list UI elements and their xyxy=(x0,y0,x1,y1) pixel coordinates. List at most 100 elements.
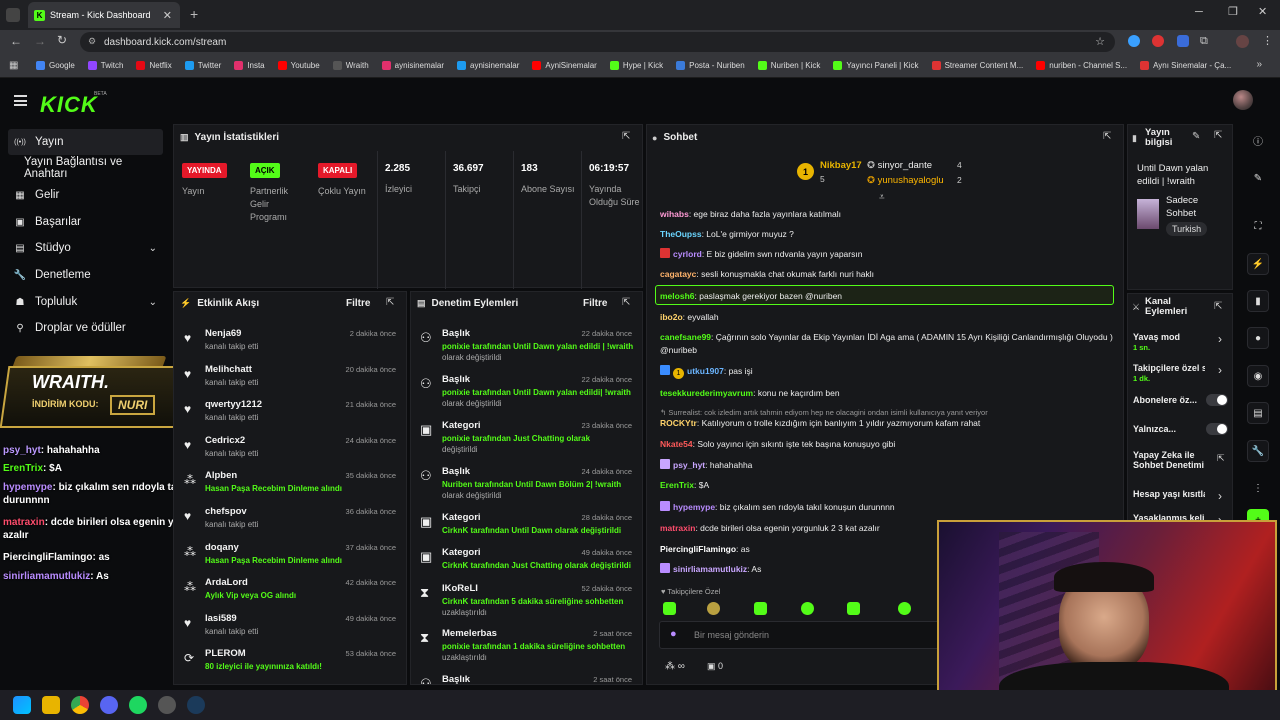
edit-pencil-icon[interactable]: ✎ xyxy=(1192,131,1200,142)
new-tab-icon[interactable]: + xyxy=(190,6,198,22)
discord-icon[interactable] xyxy=(100,696,118,714)
chat-username[interactable]: ErenTrix xyxy=(660,480,694,490)
moderation-item[interactable]: ▣ Kategori 23 dakika önce ponixie tarafında… xyxy=(411,418,642,462)
info-icon[interactable]: ⓘ xyxy=(1247,129,1269,151)
bookmark-item[interactable]: Streamer Content M... xyxy=(931,61,1023,70)
lightning-icon[interactable]: ⚡ xyxy=(1247,253,1269,275)
chat-username[interactable]: psy_hyt xyxy=(673,460,705,470)
popout-icon[interactable]: ⇱ xyxy=(1214,301,1222,312)
ticket-icon[interactable]: ▤ xyxy=(1247,402,1269,424)
chat-message[interactable]: tesekkurederimyavrum: konu ne kaçırdım b… xyxy=(660,387,1115,400)
activity-item[interactable]: ⟳ PLEROM 80 izleyici ile yayınınıza katıld… xyxy=(174,646,406,680)
sidebar-item-6[interactable]: 🔧 Denetleme xyxy=(8,262,163,288)
spotify-icon[interactable] xyxy=(129,696,147,714)
sidebar-item-3[interactable]: ▦ Gelir xyxy=(8,182,163,208)
sidebar-item-8[interactable]: ⚲ Droplar ve ödüller xyxy=(8,315,163,341)
moderation-item[interactable]: ⚇ Başlık 24 dakika önce Nuriben tarafından … xyxy=(411,464,642,508)
bookmark-item[interactable]: aynisinemalar xyxy=(381,61,444,70)
chat-message[interactable]: cyrlord: E biz gidelim swn rıdvanla yayı… xyxy=(660,248,1115,261)
chat-username[interactable]: Nkate54 xyxy=(660,439,693,449)
channel-action-item[interactable]: Yavaş mod 1 sn. › xyxy=(1128,330,1232,356)
sidebar-item-7[interactable]: ☗ Topluluk ⌄ xyxy=(8,289,163,315)
sidebar-item-1[interactable]: ((•)) Yayın xyxy=(8,129,163,155)
extension-icon[interactable] xyxy=(1177,35,1189,47)
channel-action-item[interactable]: Takipçilere özel s1 dk. › xyxy=(1128,361,1232,387)
moderation-item[interactable]: ⚇ Başlık 22 dakika önce ponixie tarafından … xyxy=(411,372,642,416)
bookmark-item[interactable]: Google xyxy=(36,61,75,70)
chat-message[interactable]: psy_hyt: hahahahha xyxy=(660,459,1115,472)
broadcast-icon[interactable]: ◉ xyxy=(1247,365,1269,387)
activity-item[interactable]: ♥ Melihchatt kanalı takip etti 20 dakika ön… xyxy=(174,362,406,396)
minimize-icon[interactable]: ─ xyxy=(1195,6,1203,18)
browser-menu-icon[interactable]: ⋮ xyxy=(1262,34,1273,47)
sidebar-item-2[interactable]: Yayın Bağlantısı ve Anahtarı xyxy=(8,155,163,181)
activity-item[interactable]: ⁂ Alpben Hasan Paşa Recebim Dinleme alındı… xyxy=(174,468,406,502)
chat-username[interactable]: utku1907 xyxy=(687,366,724,376)
chat-message[interactable]: canefsane99: Çağrının solo Yayınlar da E… xyxy=(660,331,1115,357)
maximize-icon[interactable]: ❐ xyxy=(1228,5,1238,18)
top-gifter-name[interactable]: Nikbay17 xyxy=(820,160,862,171)
moderation-item[interactable]: ⚇ Başlık 22 dakika önce ponixie tarafından … xyxy=(411,326,642,370)
chat-message[interactable]: ibo2o: eyvallah xyxy=(660,311,1115,324)
screenshot-icon[interactable]: ⛶ xyxy=(1247,215,1269,237)
chat-message[interactable]: ErenTrix: $A xyxy=(660,479,1115,492)
toggle-switch[interactable] xyxy=(1206,423,1228,435)
bookmark-item[interactable]: Wraith xyxy=(332,61,369,70)
emote-icon[interactable] xyxy=(663,602,676,615)
clipboard-icon[interactable]: ▮ xyxy=(1247,290,1269,312)
wrench-icon[interactable]: 🔧 xyxy=(1247,440,1269,462)
edit-icon[interactable]: ✎ xyxy=(1247,167,1269,189)
hamburger-menu-icon[interactable] xyxy=(14,95,27,106)
more-bookmarks-icon[interactable]: » xyxy=(1256,59,1262,70)
chat-message[interactable]: hypemype: biz çıkalım sen rıdoyla takıl … xyxy=(660,501,1115,514)
chat-message[interactable]: wihabs: ege biraz daha fazla yayınlara k… xyxy=(660,208,1115,221)
kick-logo[interactable]: KICK xyxy=(40,92,98,118)
mic-icon[interactable]: ● xyxy=(670,628,677,640)
emote-icon[interactable] xyxy=(898,602,911,615)
chat-username[interactable]: canefsane99 xyxy=(660,332,711,342)
chat-username[interactable]: cyrlord xyxy=(673,249,702,259)
start-icon[interactable] xyxy=(13,696,31,714)
bookmark-item[interactable]: Hype | Kick xyxy=(609,61,663,70)
forward-icon[interactable]: → xyxy=(34,34,46,48)
browser-tab[interactable]: K Stream - Kick Dashboard ✕ xyxy=(28,2,180,28)
chat-message[interactable]: cagatayc: sesli konuşmakla chat okumak f… xyxy=(660,268,1115,281)
chat-username[interactable]: ibo2o xyxy=(660,312,683,322)
popout-icon[interactable]: ⇱ xyxy=(622,131,630,142)
activity-item[interactable]: ⁂ ArdaLord Aylık Vip veya OG alındı 42 daki… xyxy=(174,575,406,609)
gifter-2[interactable]: ✪ sinyor_dante xyxy=(867,160,932,171)
gifter-3[interactable]: ✪ yunushayaloglu xyxy=(867,175,944,186)
close-window-icon[interactable]: ✕ xyxy=(1258,5,1267,18)
channel-action-item[interactable]: Yapay Zeka ile Sohbet Denetimi ⇱ xyxy=(1128,448,1232,474)
extension-icon[interactable] xyxy=(1128,35,1140,47)
extensions-puzzle-icon[interactable]: ⧉ xyxy=(1200,35,1208,48)
emote-icon[interactable] xyxy=(707,602,720,615)
collapse-gifters-icon[interactable]: ⩡ xyxy=(879,192,885,203)
chat-username[interactable]: sinirliamamutlukiz xyxy=(673,564,747,574)
chat-username[interactable]: ROCKYtr xyxy=(660,418,697,428)
activity-item[interactable]: ♥ qwertyy1212 kanalı takip etti 21 dakika ö… xyxy=(174,397,406,431)
profile-avatar[interactable] xyxy=(1236,35,1249,48)
emote-icon[interactable] xyxy=(801,602,814,615)
apps-grid-icon[interactable]: ▦ xyxy=(9,60,18,71)
close-tab-icon[interactable]: ✕ xyxy=(163,9,172,22)
toggle-switch[interactable] xyxy=(1206,394,1228,406)
chat-username[interactable]: cagatayc xyxy=(660,269,696,279)
bookmark-item[interactable]: Twitter xyxy=(184,61,221,70)
app-icon[interactable] xyxy=(158,696,176,714)
activity-item[interactable]: ⁂ doqany Hasan Paşa Recebim Dinleme alındı… xyxy=(174,540,406,574)
sidebar-item-5[interactable]: ▤ Stüdyo ⌄ xyxy=(8,235,163,261)
moderation-item[interactable]: ⚇ Başlık 2 saat önce xyxy=(411,672,642,684)
popout-icon[interactable]: ⇱ xyxy=(1103,131,1111,142)
activity-item[interactable]: ♥ chefspov kanalı takip etti 36 dakika önce xyxy=(174,504,406,538)
bookmark-item[interactable]: Insta xyxy=(234,61,265,70)
user-avatar[interactable] xyxy=(1233,90,1253,110)
moderation-item[interactable]: ⧗ IKoReLI 52 dakika önce CirknK tarafından … xyxy=(411,581,642,625)
activity-item[interactable]: ♥ lasi589 kanalı takip etti 49 dakika önce xyxy=(174,611,406,645)
chat-username[interactable]: matraxin xyxy=(660,523,695,533)
channel-action-item[interactable]: Abonelere öz... xyxy=(1128,393,1232,419)
bookmark-item[interactable]: Posta - Nuriben xyxy=(676,61,745,70)
bookmark-item[interactable]: Yayıncı Paneli | Kick xyxy=(833,61,919,70)
chat-username[interactable]: wihabs xyxy=(660,209,689,219)
activity-item[interactable]: ♥ Nenja69 kanalı takip etti 2 dakika önce xyxy=(174,326,406,360)
